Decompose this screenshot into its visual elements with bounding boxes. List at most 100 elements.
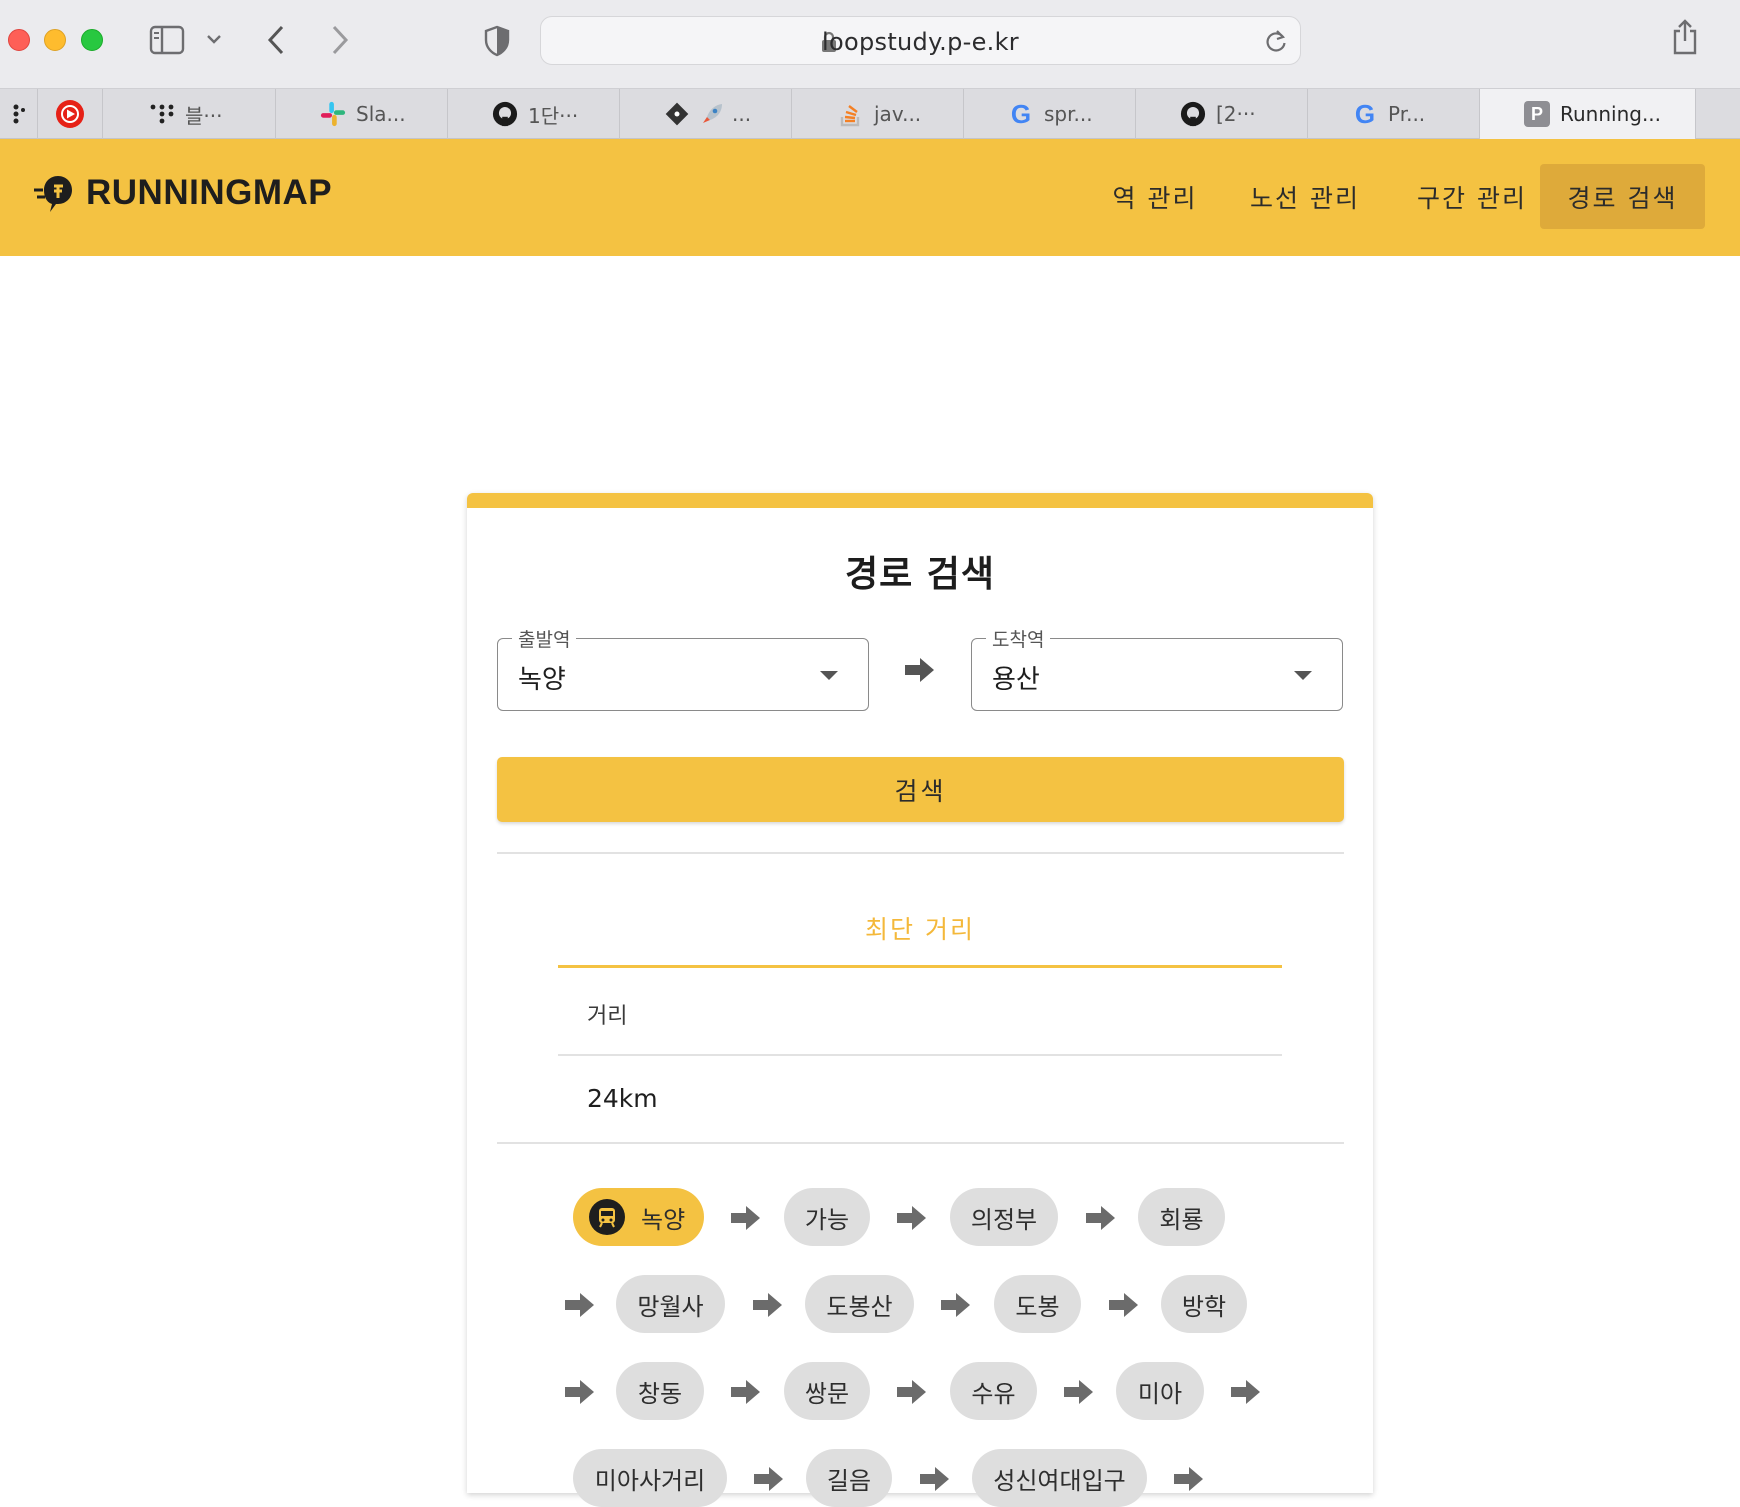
tab-4[interactable]: 1단··· bbox=[448, 89, 620, 139]
tab-bar: 블··· Sla... 1단··· ... jav... G spr... [2… bbox=[0, 88, 1740, 139]
station-name: 성신여대입구 bbox=[993, 1466, 1126, 1495]
station-chip: 창동 bbox=[616, 1362, 704, 1420]
divider bbox=[497, 852, 1344, 854]
tab-label: [2··· bbox=[1216, 102, 1256, 126]
station-chip: 미아 bbox=[1116, 1362, 1204, 1420]
nav-label: 역 관리 bbox=[1112, 183, 1198, 213]
arrow-right-icon bbox=[565, 1380, 594, 1404]
station-name: 가능 bbox=[804, 1205, 850, 1234]
arrow-right-icon bbox=[565, 1293, 594, 1317]
station-chip: 회룡 bbox=[1138, 1188, 1225, 1246]
start-station-chip: 녹양 bbox=[573, 1188, 704, 1246]
arrow-right-icon bbox=[754, 1467, 783, 1491]
arrival-legend: 도착역 bbox=[986, 625, 1051, 652]
chevron-down-icon[interactable] bbox=[206, 33, 222, 45]
station-name: 도봉산 bbox=[826, 1292, 893, 1321]
nav-label: 노선 관리 bbox=[1250, 183, 1360, 213]
station-chip: 의정부 bbox=[950, 1188, 1058, 1246]
minimize-window-button[interactable] bbox=[44, 29, 66, 51]
tab-label: spr... bbox=[1044, 102, 1093, 126]
station-chip: 미아사거리 bbox=[573, 1449, 727, 1507]
tab-label: 블··· bbox=[185, 103, 223, 128]
sidebar-toggle-icon[interactable] bbox=[149, 25, 185, 55]
arrow-right-icon bbox=[1086, 1206, 1115, 1230]
forward-icon[interactable] bbox=[330, 24, 350, 56]
tab-3[interactable]: Sla... bbox=[276, 89, 448, 139]
tab-1[interactable] bbox=[38, 89, 103, 139]
station-name: 방학 bbox=[1181, 1292, 1227, 1321]
git-icon bbox=[665, 102, 689, 126]
station-name: 의정부 bbox=[970, 1205, 1038, 1234]
station-name: 수유 bbox=[971, 1379, 1016, 1408]
arrow-right-icon bbox=[1174, 1467, 1203, 1491]
tab-9[interactable]: G Pr... bbox=[1308, 89, 1480, 139]
github-icon bbox=[492, 101, 518, 127]
dots-logo-icon bbox=[150, 104, 174, 124]
google-icon: G bbox=[1010, 98, 1032, 129]
arrow-right-icon bbox=[897, 1380, 926, 1404]
arrow-right-icon bbox=[1231, 1380, 1260, 1404]
search-button[interactable]: 검색 bbox=[497, 757, 1344, 822]
zoom-window-button[interactable] bbox=[81, 29, 103, 51]
slack-icon bbox=[320, 101, 346, 127]
table-divider bbox=[558, 1054, 1282, 1056]
divider bbox=[497, 1142, 1344, 1144]
brand-logo[interactable]: RUNNINGMAP bbox=[34, 172, 332, 214]
reload-icon[interactable] bbox=[1264, 28, 1288, 54]
p-badge-icon: P bbox=[1524, 101, 1550, 127]
nav-section-management[interactable]: 구간 관리 bbox=[1392, 164, 1552, 229]
station-chip: 방학 bbox=[1161, 1275, 1247, 1333]
tab-active-indicator bbox=[558, 965, 1282, 968]
station-chip: 쌍문 bbox=[784, 1362, 870, 1420]
tab-label: ... bbox=[732, 102, 752, 126]
arrival-select[interactable]: 도착역 용산 bbox=[971, 625, 1343, 711]
tab-label: 1단··· bbox=[528, 103, 579, 128]
dots-icon bbox=[13, 104, 25, 124]
app-header: RUNNINGMAP 역 관리 노선 관리 구간 관리 경로 검색 bbox=[0, 139, 1740, 256]
share-icon[interactable] bbox=[1670, 18, 1700, 56]
departure-value: 녹양 bbox=[518, 665, 566, 695]
station-chip: 도봉 bbox=[994, 1275, 1081, 1333]
arrow-right-icon bbox=[920, 1467, 949, 1491]
station-chip: 도봉산 bbox=[805, 1275, 914, 1333]
address-bar[interactable]: loopstudy.p-e.kr bbox=[540, 16, 1301, 65]
close-window-button[interactable] bbox=[8, 29, 30, 51]
station-chip: 가능 bbox=[784, 1188, 870, 1246]
back-icon[interactable] bbox=[266, 24, 286, 56]
page-title: 경로 검색 bbox=[844, 554, 995, 595]
browser-toolbar: loopstudy.p-e.kr bbox=[0, 0, 1740, 88]
station-name: 망월사 bbox=[637, 1292, 704, 1321]
google-icon: G bbox=[1354, 98, 1376, 129]
tab-7[interactable]: G spr... bbox=[964, 89, 1136, 139]
tab-0[interactable] bbox=[0, 89, 38, 139]
tab-6[interactable]: jav... bbox=[792, 89, 964, 139]
youtube-music-icon bbox=[56, 100, 84, 128]
arrow-right-icon bbox=[1064, 1380, 1093, 1404]
nav-label: 구간 관리 bbox=[1417, 183, 1527, 213]
arrow-right-icon bbox=[941, 1293, 970, 1317]
tab-label: Pr... bbox=[1388, 102, 1426, 126]
tab-8[interactable]: [2··· bbox=[1136, 89, 1308, 139]
distance-value: 24km bbox=[587, 1084, 658, 1113]
arrow-right-icon bbox=[1109, 1293, 1138, 1317]
station-name: 길음 bbox=[826, 1466, 872, 1495]
station-chip: 길음 bbox=[806, 1449, 892, 1507]
departure-select[interactable]: 출발역 녹양 bbox=[497, 625, 869, 711]
station-chip: 성신여대입구 bbox=[972, 1449, 1147, 1507]
tab-2[interactable]: 블··· bbox=[103, 89, 276, 139]
station-name: 회룡 bbox=[1159, 1205, 1204, 1234]
privacy-shield-icon[interactable] bbox=[484, 25, 510, 57]
nav-station-management[interactable]: 역 관리 bbox=[1095, 164, 1215, 229]
station-name: 쌍문 bbox=[804, 1379, 850, 1408]
station-name: 미아 bbox=[1137, 1379, 1183, 1408]
url-text: loopstudy.p-e.kr bbox=[822, 28, 1019, 56]
tab-shortest-distance[interactable]: 최단 거리 bbox=[558, 910, 1282, 946]
nav-path-search[interactable]: 경로 검색 bbox=[1540, 164, 1705, 229]
caret-down-icon bbox=[1294, 671, 1312, 680]
nav-line-management[interactable]: 노선 관리 bbox=[1226, 164, 1384, 229]
brand-name: RUNNINGMAP bbox=[86, 173, 333, 212]
arrow-right-icon bbox=[905, 658, 934, 682]
station-chip: 수유 bbox=[950, 1362, 1037, 1420]
tab-10-active[interactable]: P Running... bbox=[1480, 89, 1696, 139]
tab-5[interactable]: ... bbox=[620, 89, 792, 139]
